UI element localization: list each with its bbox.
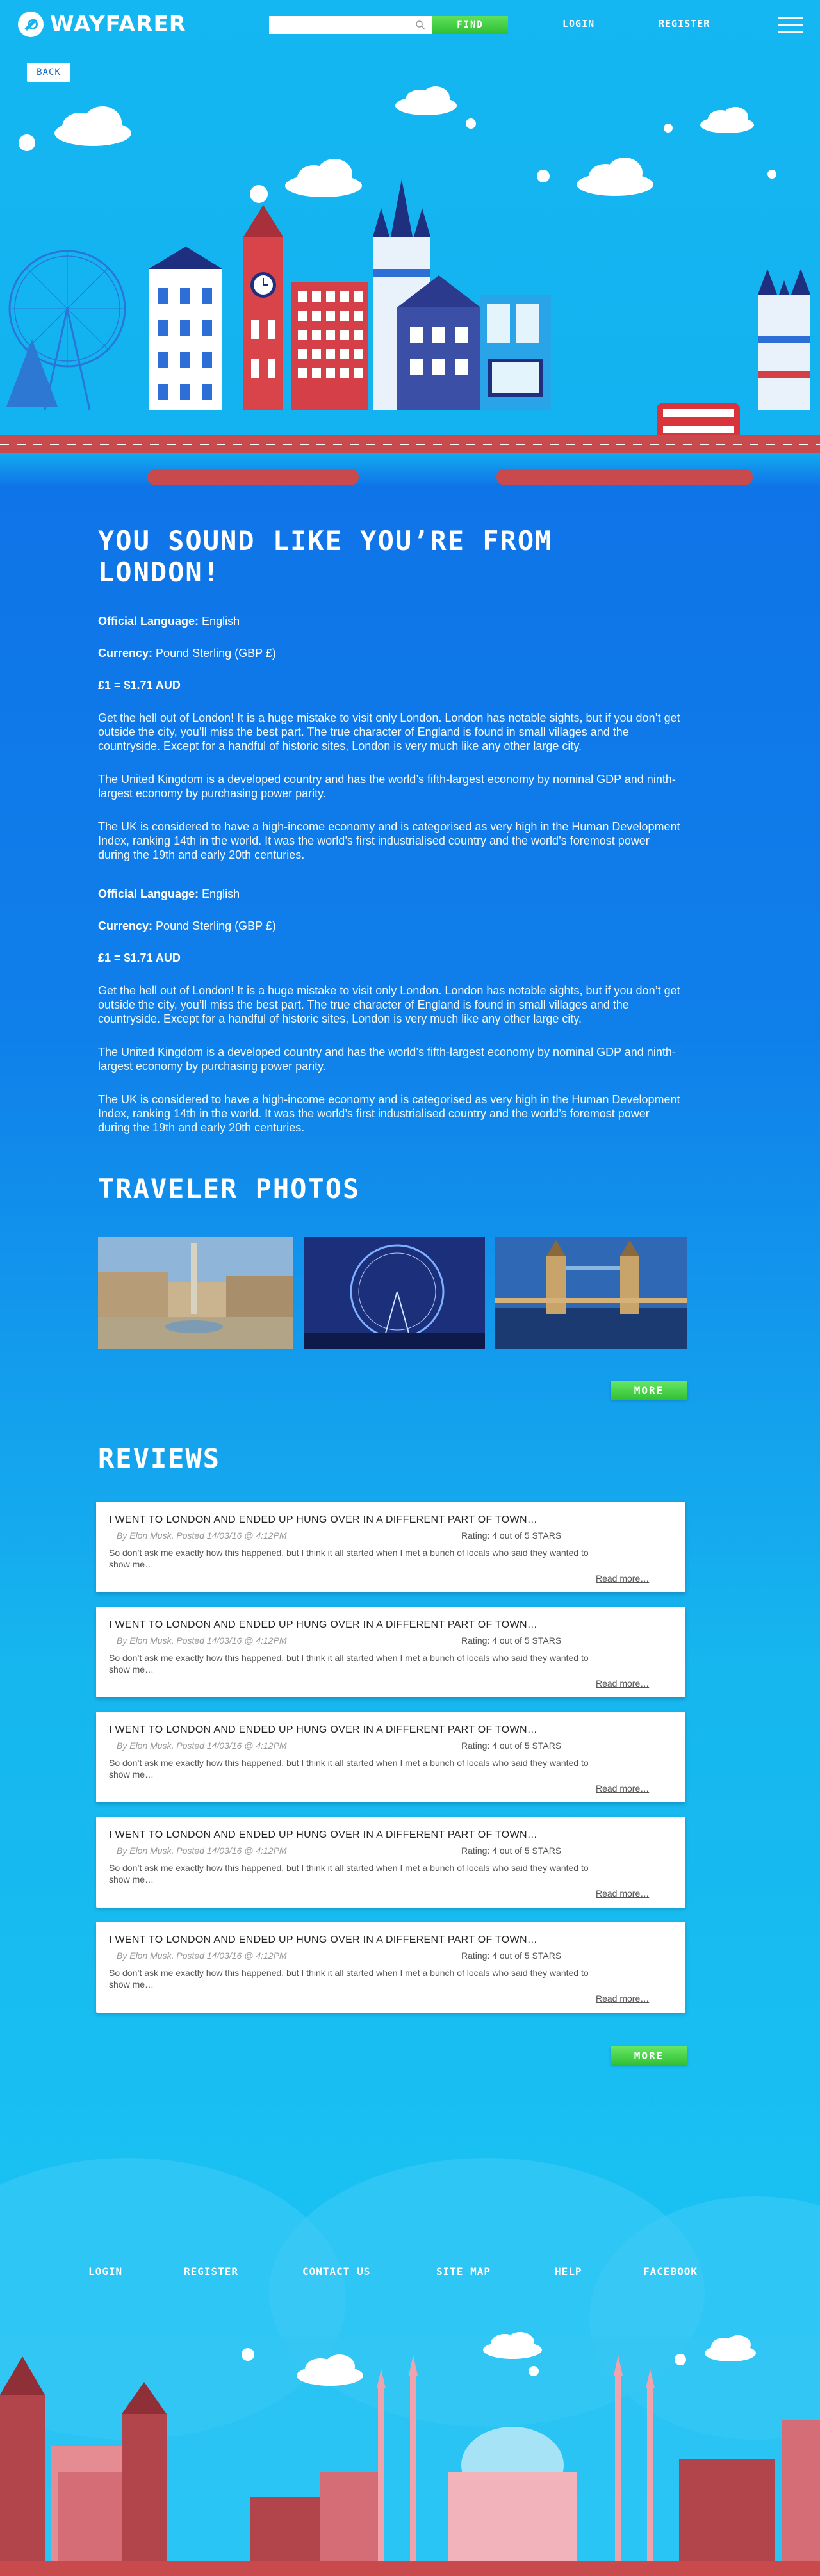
footer-login-link[interactable]: LOGIN (88, 2265, 122, 2278)
review-rating: Rating: 4 out of 5 STARS (461, 1530, 562, 1541)
review-card[interactable]: I WENT TO LONDON AND ENDED UP HUNG OVER … (96, 1502, 685, 1592)
footer-contact-link[interactable]: CONTACT US (302, 2265, 370, 2278)
read-more-link[interactable]: Read more… (596, 1573, 649, 1584)
review-excerpt: So don’t ask me exactly how this happene… (109, 1548, 589, 1569)
read-more-link[interactable]: Read more… (596, 1993, 649, 2004)
right-twin-tower (758, 269, 810, 410)
search-icon[interactable] (415, 20, 425, 30)
destination-content: YOU SOUND LIKE YOU’RE FROM LONDON! Offic… (98, 525, 681, 1154)
review-title[interactable]: I WENT TO LONDON AND ENDED UP HUNG OVER … (109, 1619, 537, 1631)
footer-help-link[interactable]: HELP (555, 2265, 582, 2278)
currency: Currency: Pound Sterling (GBP £) (98, 647, 276, 660)
review-rating: Rating: 4 out of 5 STARS (461, 1950, 562, 1961)
review-card[interactable]: I WENT TO LONDON AND ENDED UP HUNG OVER … (96, 1817, 685, 1908)
footer-register-link[interactable]: REGISTER (184, 2265, 238, 2278)
review-excerpt: So don’t ask me exactly how this happene… (109, 1863, 589, 1884)
review-excerpt: So don’t ask me exactly how this happene… (109, 1758, 589, 1779)
find-button[interactable]: FIND (432, 16, 508, 34)
review-title[interactable]: I WENT TO LONDON AND ENDED UP HUNG OVER … (109, 1829, 537, 1841)
review-rating: Rating: 4 out of 5 STARS (461, 1845, 562, 1856)
description-paragraph: The United Kingdom is a developed countr… (98, 1046, 676, 1073)
page-title: YOU SOUND LIKE YOU’RE FROM LONDON! (98, 525, 553, 588)
blue-store-building (480, 295, 551, 410)
info-block-1: Official Language: English Currency: Pou… (98, 615, 681, 862)
review-author: By Elon Musk, Posted 14/03/16 @ 4:12PM (117, 1530, 287, 1541)
description-paragraph: The UK is considered to have a high-inco… (98, 1093, 680, 1134)
exchange-rate: £1 = $1.71 AUD (98, 679, 181, 692)
top-navigation: WAYFARER FIND LOGIN REGISTER (0, 0, 820, 51)
review-author: By Elon Musk, Posted 14/03/16 @ 4:12PM (117, 1635, 287, 1646)
nav-login-link[interactable]: LOGIN (562, 18, 594, 29)
red-office-building (291, 282, 368, 410)
description-paragraph: The UK is considered to have a high-inco… (98, 820, 680, 861)
review-author: By Elon Musk, Posted 14/03/16 @ 4:12PM (117, 1740, 287, 1751)
read-more-link[interactable]: Read more… (596, 1678, 649, 1689)
description-paragraph: Get the hell out of London! It is a huge… (98, 711, 680, 752)
trafalgar-square-photo[interactable] (98, 1237, 293, 1349)
review-rating: Rating: 4 out of 5 STARS (461, 1740, 562, 1751)
reviews-title: REVIEWS (98, 1443, 221, 1474)
info-block-2: Official Language: English Currency: Pou… (98, 887, 681, 1135)
photo-gallery (98, 1237, 687, 1349)
logo[interactable]: WAYFARER (18, 12, 186, 37)
review-card[interactable]: I WENT TO LONDON AND ENDED UP HUNG OVER … (96, 1607, 685, 1697)
more-reviews-button[interactable]: MORE (611, 2046, 687, 2065)
currency: Currency: Pound Sterling (GBP £) (98, 919, 276, 932)
description-paragraph: The United Kingdom is a developed countr… (98, 773, 676, 800)
footer-navigation: LOGIN REGISTER CONTACT US SITE MAP HELP … (0, 2265, 820, 2285)
review-author: By Elon Musk, Posted 14/03/16 @ 4:12PM (117, 1845, 287, 1856)
review-excerpt: So don’t ask me exactly how this happene… (109, 1653, 589, 1674)
london-skyline-illustration (0, 86, 820, 485)
official-language: Official Language: English (98, 615, 240, 628)
tower-bridge-photo[interactable] (495, 1237, 687, 1349)
london-eye-photo[interactable] (304, 1237, 485, 1349)
review-rating: Rating: 4 out of 5 STARS (461, 1635, 562, 1646)
review-card[interactable]: I WENT TO LONDON AND ENDED UP HUNG OVER … (96, 1712, 685, 1802)
review-title[interactable]: I WENT TO LONDON AND ENDED UP HUNG OVER … (109, 1934, 537, 1946)
read-more-link[interactable]: Read more… (596, 1783, 649, 1794)
search-input[interactable] (269, 16, 432, 34)
footer-sitemap-link[interactable]: SITE MAP (436, 2265, 491, 2278)
clouds (19, 86, 776, 203)
review-title[interactable]: I WENT TO LONDON AND ENDED UP HUNG OVER … (109, 1724, 537, 1736)
footer-skyline-illustration (0, 2158, 820, 2576)
footer-facebook-link[interactable]: FACEBOOK (643, 2265, 698, 2278)
compass-logo-icon (18, 12, 44, 37)
official-language: Official Language: English (98, 887, 240, 900)
review-excerpt: So don’t ask me exactly how this happene… (109, 1968, 589, 1989)
gabled-building (149, 247, 222, 410)
logo-text: WAYFARER (50, 12, 186, 37)
big-ben-tower (243, 205, 283, 410)
exchange-rate: £1 = $1.71 AUD (98, 952, 181, 964)
traveler-photos-title: TRAVELER PHOTOS (98, 1173, 361, 1204)
review-title[interactable]: I WENT TO LONDON AND ENDED UP HUNG OVER … (109, 1514, 537, 1526)
more-photos-button[interactable]: MORE (611, 1381, 687, 1400)
read-more-link[interactable]: Read more… (596, 1888, 649, 1899)
search-bar: FIND (269, 16, 508, 34)
review-card[interactable]: I WENT TO LONDON AND ENDED UP HUNG OVER … (96, 1922, 685, 2013)
nav-register-link[interactable]: REGISTER (659, 18, 710, 29)
description-paragraph: Get the hell out of London! It is a huge… (98, 984, 680, 1025)
hamburger-menu-icon[interactable] (778, 17, 803, 33)
review-author: By Elon Musk, Posted 14/03/16 @ 4:12PM (117, 1950, 287, 1961)
